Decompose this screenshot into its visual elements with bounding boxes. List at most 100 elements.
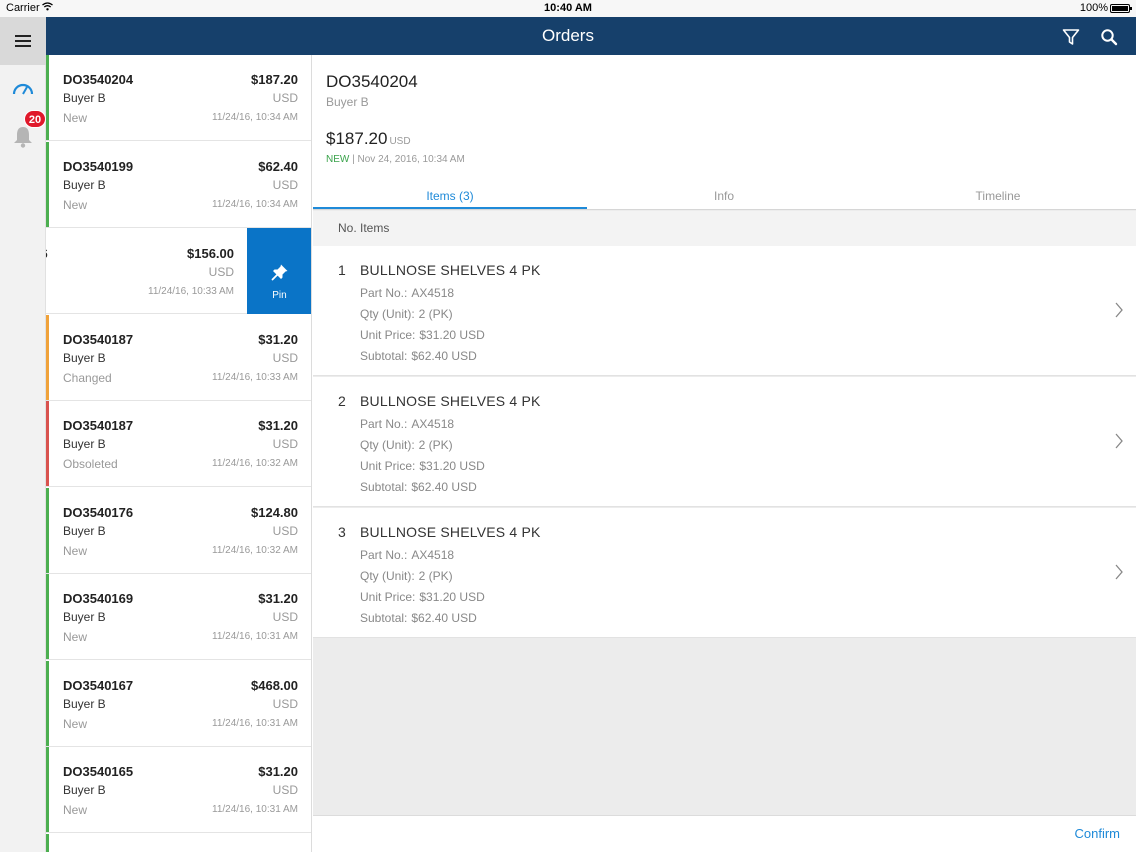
unit-price-row: Unit Price: $31.20 USD: [360, 328, 485, 342]
status-indicator-bar: [46, 401, 49, 486]
detail-order-id: DO3540204: [326, 72, 418, 91]
order-list-item[interactable]: DO3540167 $468.00 Buyer B USD New 11/24/…: [46, 660, 311, 747]
line-item-number: 3: [338, 524, 346, 540]
order-currency: USD: [272, 177, 298, 192]
pin-button[interactable]: Pin: [247, 228, 311, 314]
pin-label: Pin: [272, 290, 287, 301]
tab-items[interactable]: Items (3): [313, 189, 587, 203]
status-indicator-bar: [46, 487, 49, 573]
order-date: 11/24/16, 10:32 AM: [212, 458, 298, 469]
part-number: AX4518: [411, 417, 455, 431]
part-row: Part No.: AX4518: [360, 417, 455, 431]
unit-price: $31.20 USD: [419, 459, 485, 473]
chevron-right-icon: [1115, 433, 1123, 449]
notification-badge: 20: [24, 110, 46, 128]
order-id: DO3540187: [63, 418, 134, 433]
order-status: Obsoleted: [63, 457, 118, 471]
chevron-right-icon: [1115, 564, 1123, 580]
order-amount: $31.20: [258, 764, 298, 779]
order-buyer: Buyer B: [63, 523, 106, 538]
status-indicator-bar: [46, 574, 49, 659]
order-amount: $468.00: [251, 677, 298, 693]
order-list-item[interactable]: DO3540176 $124.80 Buyer B USD New 11/24/…: [46, 487, 311, 574]
order-date: 11/24/16, 10:33 AM: [148, 286, 234, 297]
order-date: 11/24/16, 10:31 AM: [212, 631, 298, 642]
order-list-item[interactable]: DO3540187 $31.20 Buyer B USD Obsoleted 1…: [46, 401, 311, 487]
order-status: New: [63, 111, 88, 125]
quantity: 2 (PK): [418, 438, 453, 452]
order-date: 11/24/16, 10:31 AM: [212, 804, 298, 815]
unit-price: $31.20 USD: [419, 590, 485, 604]
order-currency: USD: [272, 350, 298, 365]
subtotal: $62.40 USD: [411, 611, 477, 625]
bell-icon[interactable]: [12, 125, 34, 149]
status-indicator-bar: [46, 314, 49, 400]
order-buyer: Buyer B: [63, 437, 106, 451]
part-number: AX4518: [411, 548, 455, 562]
order-currency: USD: [272, 523, 298, 538]
status-badge: NEW: [326, 154, 350, 165]
line-item[interactable]: 1 BULLNOSE SHELVES 4 PK Part No.: AX4518 …: [313, 246, 1136, 376]
order-amount: $156.00: [187, 246, 234, 261]
qty-row: Qty (Unit): 2 (PK): [360, 569, 453, 583]
order-list-item[interactable]: DO3540199 $62.40 Buyer B USD New 11/24/1…: [46, 141, 311, 228]
order-date: 11/24/16, 10:31 AM: [212, 717, 298, 729]
order-date: 11/24/16, 10:33 AM: [212, 371, 298, 383]
order-date: 11/24/16, 10:34 AM: [212, 198, 298, 210]
line-item-name: BULLNOSE SHELVES 4 PK: [360, 393, 541, 409]
order-amount: $187.20: [251, 72, 298, 87]
order-list-item[interactable]: DO3540169 $31.20 Buyer B USD New 11/24/1…: [46, 574, 311, 660]
detail-amount-row: $187.20 USD: [326, 129, 411, 149]
order-date: 11/24/16, 10:32 AM: [212, 544, 298, 556]
order-id: DO3540199: [63, 158, 134, 174]
subtotal: $62.40 USD: [411, 349, 477, 363]
tab-info[interactable]: Info: [587, 189, 861, 203]
order-currency: USD: [272, 610, 298, 624]
line-item[interactable]: 3 BULLNOSE SHELVES 4 PK Part No.: AX4518 …: [313, 508, 1136, 638]
part-row: Part No.: AX4518: [360, 286, 455, 300]
line-item-name: BULLNOSE SHELVES 4 PK: [360, 524, 541, 540]
status-indicator-bar: [46, 747, 49, 832]
order-list-item[interactable]: DO3540187 $31.20 Buyer B USD Changed 11/…: [46, 314, 311, 401]
qty-row: Qty (Unit): 2 (PK): [360, 307, 453, 321]
items-header-label: No. Items: [338, 221, 390, 235]
page-title: Orders: [542, 26, 594, 45]
quantity: 2 (PK): [418, 569, 453, 583]
line-item-number: 1: [338, 262, 346, 278]
order-amount: $31.20: [258, 591, 298, 606]
order-status: New: [63, 197, 88, 212]
order-id: 196: [46, 246, 48, 261]
menu-button[interactable]: [0, 17, 46, 65]
battery-percent: 100%: [1079, 2, 1108, 14]
chevron-right-icon: [1115, 302, 1123, 318]
order-buyer: Buyer B: [63, 350, 106, 365]
items-header: No. Items: [313, 211, 1136, 246]
order-buyer: Buyer B: [63, 696, 106, 711]
order-amount: $31.20: [258, 331, 298, 347]
confirm-button[interactable]: Confirm: [1074, 826, 1120, 841]
search-icon[interactable]: [1100, 28, 1118, 46]
order-list-item[interactable]: DO3540165 $31.20 Buyer B USD New 11/24/1…: [46, 747, 311, 833]
order-amount: $31.20: [258, 418, 298, 433]
tab-timeline[interactable]: Timeline: [861, 189, 1135, 203]
meta-separator: |: [352, 154, 355, 165]
filter-icon[interactable]: [1062, 28, 1080, 46]
detail-tabs: Items (3) Info Timeline: [313, 185, 1136, 210]
dashboard-gauge-icon[interactable]: [12, 81, 34, 95]
order-id: DO3540169: [63, 591, 134, 606]
line-item-number: 2: [338, 393, 346, 409]
clock: 10:40 AM: [544, 2, 592, 14]
status-indicator-bar: [46, 141, 49, 227]
status-bar: Carrier 10:40 AM 100%: [0, 0, 1136, 17]
qty-row: Qty (Unit): 2 (PK): [360, 438, 453, 452]
detail-buyer: Buyer B: [326, 95, 369, 109]
order-amount: $124.80: [251, 504, 298, 520]
status-indicator-bar: [46, 660, 49, 746]
battery-icon: [1110, 4, 1132, 13]
order-list-item[interactable]: [46, 833, 311, 852]
line-item[interactable]: 2 BULLNOSE SHELVES 4 PK Part No.: AX4518 …: [313, 377, 1136, 507]
order-list-item[interactable]: DO3540204 $187.20 Buyer B USD New 11/24/…: [46, 55, 311, 141]
order-list-item-swiped[interactable]: 196 $156.00 USD 11/24/16, 10:33 AM Pin: [46, 228, 311, 314]
unit-price: $31.20 USD: [419, 328, 485, 342]
unit-price-row: Unit Price: $31.20 USD: [360, 459, 485, 473]
